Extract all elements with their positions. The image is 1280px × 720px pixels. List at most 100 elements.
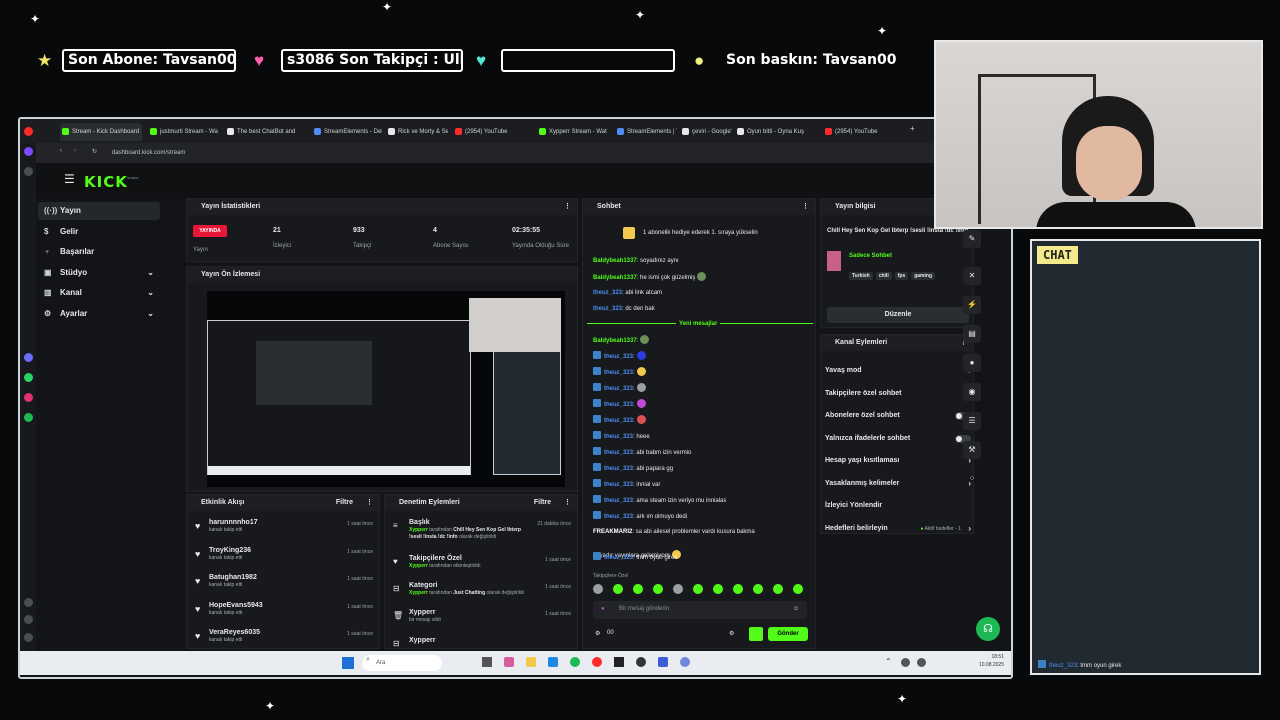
moderation-actor[interactable]: Xypperr (409, 563, 428, 569)
spotify-icon[interactable] (24, 413, 33, 422)
chat-username[interactable]: Baldybeah1337 (593, 275, 637, 281)
activity-user[interactable]: Batughan1982 (209, 574, 257, 581)
microphone-icon[interactable]: ● (601, 606, 605, 612)
sidebar-item-ayarlar[interactable]: ⚙ Ayarlar ⌄ (38, 305, 160, 323)
browser-tab[interactable]: StreamElements - Del (312, 123, 382, 141)
clock-date[interactable]: 10.08.2025 (968, 662, 1004, 668)
volume-icon[interactable] (917, 658, 926, 667)
heart-icon[interactable] (24, 598, 33, 607)
tag-chip[interactable]: gaming (911, 272, 935, 280)
filter-button[interactable]: Filtre (534, 495, 551, 511)
channel-action-5[interactable]: Yasaklanmış kelimeler › (825, 478, 971, 490)
chat-username[interactable]: theuz_323 (604, 386, 633, 392)
channel-action-7[interactable]: Hedefleri belirleyin ● Aktif hedefler - 1… (825, 523, 971, 535)
chat-username[interactable]: theuz_323 (604, 555, 633, 561)
emote-bar[interactable] (593, 584, 807, 594)
browser-tab[interactable]: Xypperr Stream - Wat (537, 123, 611, 141)
more-icon[interactable]: ⋮ (802, 199, 809, 215)
clipboard-icon[interactable]: ▤ (963, 325, 981, 343)
chat-username[interactable]: theuz_323 (604, 354, 633, 360)
broadcast-icon[interactable]: ◉ (963, 383, 981, 401)
chat-username[interactable]: theuz_323 (604, 370, 633, 376)
tag-chip[interactable]: chill (875, 272, 892, 280)
emote-icon[interactable] (773, 584, 783, 594)
emote-icon[interactable] (633, 584, 643, 594)
chat-username[interactable]: theuz_323 (604, 434, 633, 440)
reload-icon[interactable]: ↻ (92, 148, 97, 155)
taskbar-search[interactable]: Ara (362, 655, 442, 671)
home-icon[interactable] (24, 147, 33, 156)
chat-username[interactable]: theuz_323 (593, 290, 622, 296)
browser-tab[interactable]: çeviri - Google'da Ara (680, 123, 732, 141)
obs-icon[interactable] (636, 657, 646, 667)
channel-action-0[interactable]: Yavaş mod› (825, 365, 971, 377)
emote-icon[interactable] (713, 584, 723, 594)
history-icon[interactable] (24, 615, 33, 624)
more-icon[interactable]: ⋮ (564, 199, 571, 215)
chat-username[interactable]: theuz_323 (604, 498, 633, 504)
more-icon[interactable]: ⋮ (366, 495, 373, 511)
new-tab-icon[interactable]: + (910, 124, 915, 133)
edit-button[interactable]: Düzenle (827, 307, 969, 323)
support-icon[interactable]: ☊ (976, 617, 1000, 641)
settings-icon[interactable]: ⚙ (595, 630, 600, 637)
visual-studio-icon[interactable] (658, 657, 668, 667)
chat-username[interactable]: theuz_323 (593, 306, 622, 312)
channel-action-4[interactable]: Hesap yaşı kısıtlaması › (825, 455, 971, 467)
chat-username[interactable]: theuz_323 (604, 418, 633, 424)
activity-user[interactable]: HopeEvans5943 (209, 602, 263, 609)
chat-bubble-icon[interactable]: ● (963, 354, 981, 372)
emote-icon[interactable] (753, 584, 763, 594)
chat-username[interactable]: theuz_323 (604, 514, 633, 520)
filter-button[interactable]: Filtre (336, 495, 353, 511)
sidebar-item-gelir[interactable]: $ Gelir (38, 223, 160, 241)
more-icon[interactable] (24, 633, 33, 642)
category-name[interactable]: Sadece Sohbet (849, 253, 892, 259)
browser-tab[interactable]: Stream - Kick Dashboard (60, 123, 142, 141)
activity-user[interactable]: TroyKing236 (209, 547, 251, 554)
browser-tab[interactable]: StreamElements | The (615, 123, 677, 141)
sidebar-item-kanal[interactable]: ▥ Kanal ⌄ (38, 284, 160, 302)
browser-tab[interactable]: (2954) YouTube (453, 123, 533, 141)
kick-emote-icon[interactable] (749, 627, 763, 641)
wrench-icon[interactable]: ⚒ (963, 441, 981, 459)
activity-user[interactable]: VeraReyes6035 (209, 629, 260, 636)
emote-icon[interactable] (593, 584, 603, 594)
sidebar-item-başarılar[interactable]: ♆ Başarılar (38, 243, 160, 261)
chat-username[interactable]: FREAKMARI2 (593, 529, 632, 535)
opera-icon[interactable] (24, 127, 33, 136)
kick-logo[interactable]: KICK (84, 173, 128, 191)
browser-tab[interactable]: (2954) YouTube (823, 123, 893, 141)
browser-tab[interactable]: Oyun bitti - Oyna Kuş (735, 123, 819, 141)
address-bar[interactable]: ‹ › ↻ dashboard.kick.com/stream (20, 143, 1011, 163)
chat-username[interactable]: theuz_323 (604, 450, 633, 456)
emote-icon[interactable] (793, 584, 803, 594)
browser-tab[interactable]: justmurti Stream - Wa (148, 123, 222, 141)
browser-tab[interactable]: The best ChatBot and (225, 123, 307, 141)
emote-icon[interactable] (693, 584, 703, 594)
activity-user[interactable]: harunnnnho17 (209, 519, 258, 526)
tag-chip[interactable]: fps (894, 272, 909, 280)
stream-preview[interactable] (207, 291, 565, 487)
tag-chip[interactable]: Turkish (849, 272, 873, 280)
bolt-icon[interactable]: ⚡ (963, 296, 981, 314)
emote-icon[interactable] (673, 584, 683, 594)
chat-username[interactable]: theuz_323 (604, 466, 633, 472)
sidebar-item-yayın[interactable]: ((·)) Yayın (38, 202, 160, 220)
server-icon[interactable]: ☰ (963, 412, 981, 430)
instagram-icon[interactable] (24, 393, 33, 402)
spotify-icon[interactable] (570, 657, 580, 667)
gear-icon[interactable]: ⚙ (729, 630, 734, 637)
emote-icon[interactable] (733, 584, 743, 594)
task-view-icon[interactable] (482, 657, 492, 667)
whatsapp-icon[interactable] (24, 373, 33, 382)
emoji-icon[interactable]: ☺ (793, 606, 799, 612)
more-icon[interactable]: ⋮ (564, 495, 571, 511)
messenger-icon[interactable] (24, 353, 33, 362)
emote-icon[interactable] (613, 584, 623, 594)
channel-action-2[interactable]: Abonelere özel sohbet (825, 410, 971, 422)
network-icon[interactable] (901, 658, 910, 667)
emote-icon[interactable] (653, 584, 663, 594)
channel-action-1[interactable]: Takipçilere özel sohbet› (825, 388, 971, 400)
copilot-icon[interactable] (504, 657, 514, 667)
